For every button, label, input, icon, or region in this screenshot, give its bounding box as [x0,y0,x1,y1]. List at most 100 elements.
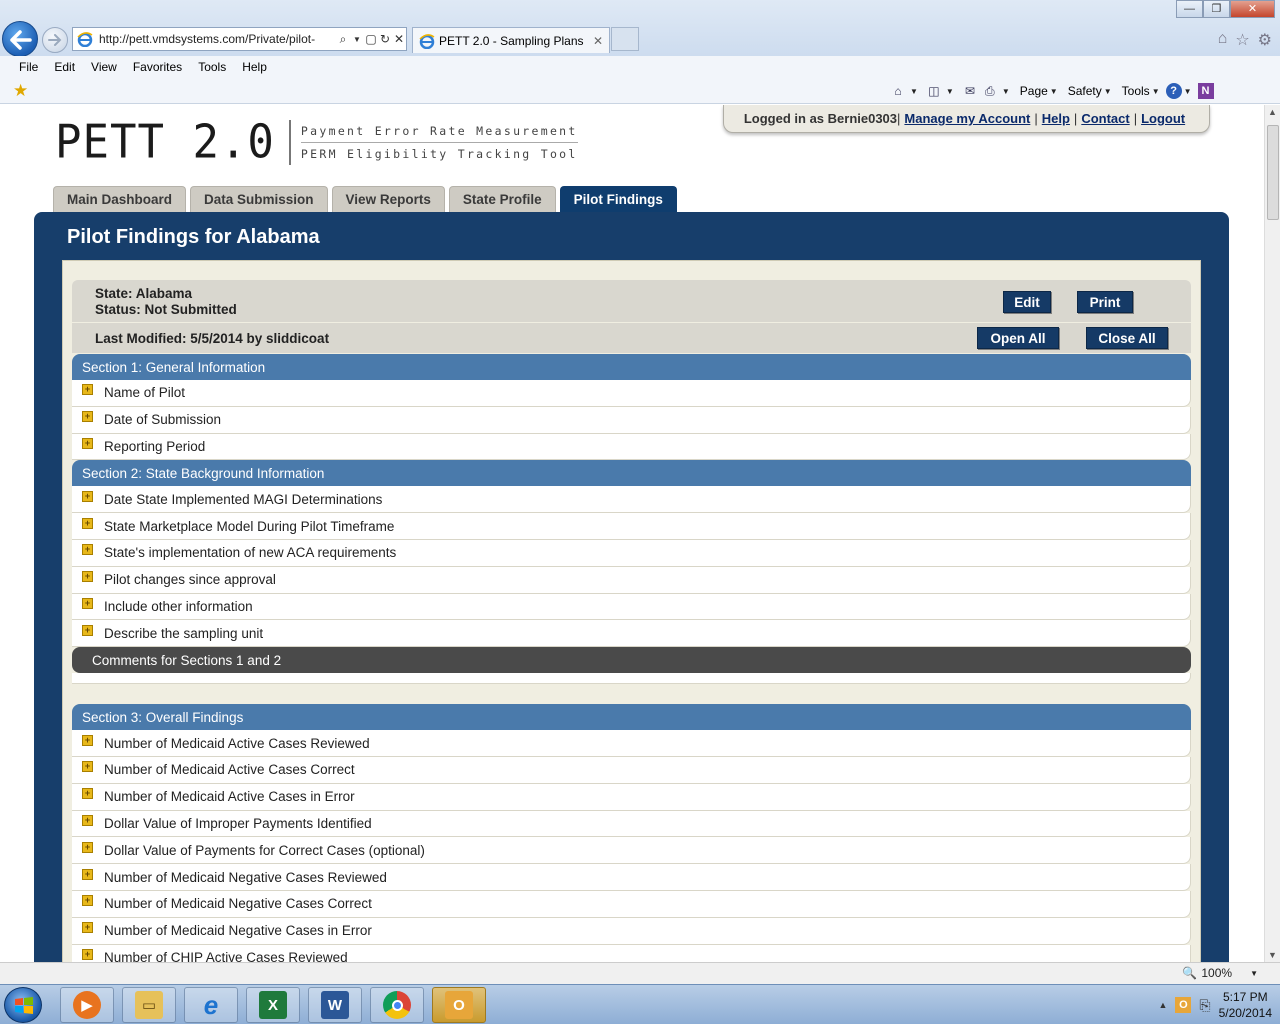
tab-data-submission[interactable]: Data Submission [190,186,328,212]
scroll-up-arrow-icon[interactable]: ▲ [1268,107,1277,117]
contact-link[interactable]: Contact [1081,111,1129,126]
vertical-scrollbar[interactable]: ▲ ▼ [1264,105,1280,962]
logout-link[interactable]: Logout [1141,111,1185,126]
expand-plus-icon[interactable]: + [82,624,93,636]
finding-row[interactable]: + Number of Medicaid Negative Cases in Er… [72,917,1191,945]
chevron-down-icon[interactable]: ▼ [1152,87,1160,96]
expand-plus-icon[interactable]: + [82,437,93,449]
finding-row[interactable]: + Number of CHIP Active Cases Reviewed [72,944,1191,962]
expand-plus-icon[interactable]: + [82,841,93,853]
chevron-down-icon[interactable]: ▼ [1002,87,1010,96]
expand-plus-icon[interactable]: + [82,544,93,556]
close-window-button[interactable]: ✕ [1230,0,1275,18]
browser-tab[interactable]: PETT 2.0 - Sampling Plans ✕ [412,27,610,53]
menu-file[interactable]: File [19,60,38,74]
finding-row[interactable]: + Number of Medicaid Active Cases in Erro… [72,783,1191,811]
tray-expand-icon[interactable]: ▲ [1158,1000,1167,1010]
favorites-icon[interactable]: ☆ [1235,30,1249,50]
gear-icon[interactable]: ⚙ [1258,30,1272,50]
chevron-down-icon[interactable]: ▼ [1104,87,1112,96]
page-menu[interactable]: Page [1020,84,1048,98]
tools-menu[interactable]: Tools [1122,84,1150,98]
finding-row[interactable]: + Number of Medicaid Active Cases Correct [72,756,1191,784]
clock[interactable]: 5:17 PM 5/20/2014 [1219,989,1272,1021]
scroll-down-arrow-icon[interactable]: ▼ [1268,950,1277,960]
expand-plus-icon[interactable]: + [82,895,93,907]
print-button[interactable]: Print [1077,291,1133,313]
help-link[interactable]: Help [1042,111,1070,126]
expand-plus-icon[interactable]: + [82,734,93,746]
search-icon[interactable]: ⌕ [336,32,350,47]
taskbar-media-player[interactable]: ▶ [60,987,114,1023]
finding-row[interactable]: + Dollar Value of Improper Payments Ident… [72,810,1191,838]
expand-plus-icon[interactable]: + [82,788,93,800]
chevron-down-icon[interactable]: ▼ [946,87,954,96]
home-icon[interactable]: ⌂ [1218,30,1228,50]
maximize-button[interactable]: ❐ [1203,0,1230,18]
edit-button[interactable]: Edit [1003,291,1051,313]
taskbar-excel[interactable]: X [246,987,300,1023]
start-button[interactable] [4,987,42,1023]
tab-view-reports[interactable]: View Reports [331,186,445,212]
section-header[interactable]: Section 2: State Background Information [72,460,1191,487]
finding-row[interactable]: + Reporting Period [72,433,1191,461]
mail-icon[interactable]: ✉ [960,82,980,100]
expand-plus-icon[interactable]: + [82,571,93,583]
network-icon[interactable]: ⎘ [1199,997,1210,1014]
new-tab-button[interactable] [611,27,639,51]
chevron-down-icon[interactable]: ▼ [1050,87,1058,96]
menu-edit[interactable]: Edit [54,60,75,74]
expand-plus-icon[interactable]: + [82,517,93,529]
section-header[interactable]: Section 1: General Information [72,354,1191,380]
finding-row[interactable]: + Pilot changes since approval [72,566,1191,594]
taskbar-internet-explorer[interactable]: e [184,987,238,1023]
home-page-icon[interactable]: ⌂ [888,82,908,100]
printer-icon[interactable]: ⎙ [980,82,1000,100]
finding-row[interactable]: + Date State Implemented MAGI Determinati… [72,486,1191,514]
finding-row[interactable]: + Include other information [72,593,1191,621]
chevron-down-icon[interactable]: ▼ [910,87,918,96]
taskbar-file-explorer[interactable]: ▭ [122,987,176,1023]
tab-state-profile[interactable]: State Profile [448,186,556,212]
chevron-down-icon[interactable]: ▼ [1184,87,1192,96]
finding-row[interactable]: + Date of Submission [72,406,1191,434]
menu-help[interactable]: Help [242,60,267,74]
finding-row[interactable]: + State Marketplace Model During Pilot Ti… [72,513,1191,540]
close-all-button[interactable]: Close All [1086,327,1168,349]
finding-row[interactable]: + Dollar Value of Payments for Correct Ca… [72,837,1191,865]
finding-row[interactable]: + Number of Medicaid Negative Cases Corre… [72,890,1191,918]
tab-pilot-findings[interactable]: Pilot Findings [559,186,677,212]
address-url[interactable]: http://pett.vmdsystems.com/Private/pilot… [99,32,336,46]
feeds-icon[interactable]: ◫ [924,82,944,100]
finding-row[interactable]: + State's implementation of new ACA requi… [72,539,1191,567]
expand-plus-icon[interactable]: + [82,814,93,826]
expand-plus-icon[interactable]: + [82,411,93,423]
taskbar-word[interactable]: W [308,987,362,1023]
address-bar[interactable]: http://pett.vmdsystems.com/Private/pilot… [72,27,407,51]
forward-button[interactable] [42,27,68,53]
finding-row[interactable]: + Number of Medicaid Active Cases Reviewe… [72,730,1191,757]
finding-row[interactable]: + Describe the sampling unit [72,620,1191,648]
expand-plus-icon[interactable]: + [82,597,93,609]
menu-tools[interactable]: Tools [198,60,226,74]
back-button[interactable] [2,21,38,57]
expand-plus-icon[interactable]: + [82,868,93,880]
expand-plus-icon[interactable]: + [82,922,93,934]
tab-main-dashboard[interactable]: Main Dashboard [53,186,187,212]
close-tab-icon[interactable]: ✕ [593,34,609,48]
add-favorites-icon[interactable]: ★ [13,81,28,101]
onenote-icon[interactable]: N [1197,83,1214,99]
scroll-thumb[interactable] [1267,125,1279,220]
minimize-button[interactable]: — [1176,0,1203,18]
zoom-control[interactable]: 🔍 100% ▼ [1182,966,1258,980]
taskbar-outlook[interactable]: O [432,987,486,1023]
dropdown-icon[interactable]: ▼ [350,35,364,44]
outlook-tray-icon[interactable]: O [1175,997,1192,1013]
menu-view[interactable]: View [91,60,117,74]
menu-favorites[interactable]: Favorites [133,60,182,74]
expand-plus-icon[interactable]: + [82,490,93,502]
comments-header[interactable]: Comments for Sections 1 and 2 [72,647,1191,674]
finding-row[interactable]: + Name of Pilot [72,380,1191,407]
refresh-icon[interactable]: ↻ [378,32,392,46]
taskbar-chrome[interactable] [370,987,424,1023]
